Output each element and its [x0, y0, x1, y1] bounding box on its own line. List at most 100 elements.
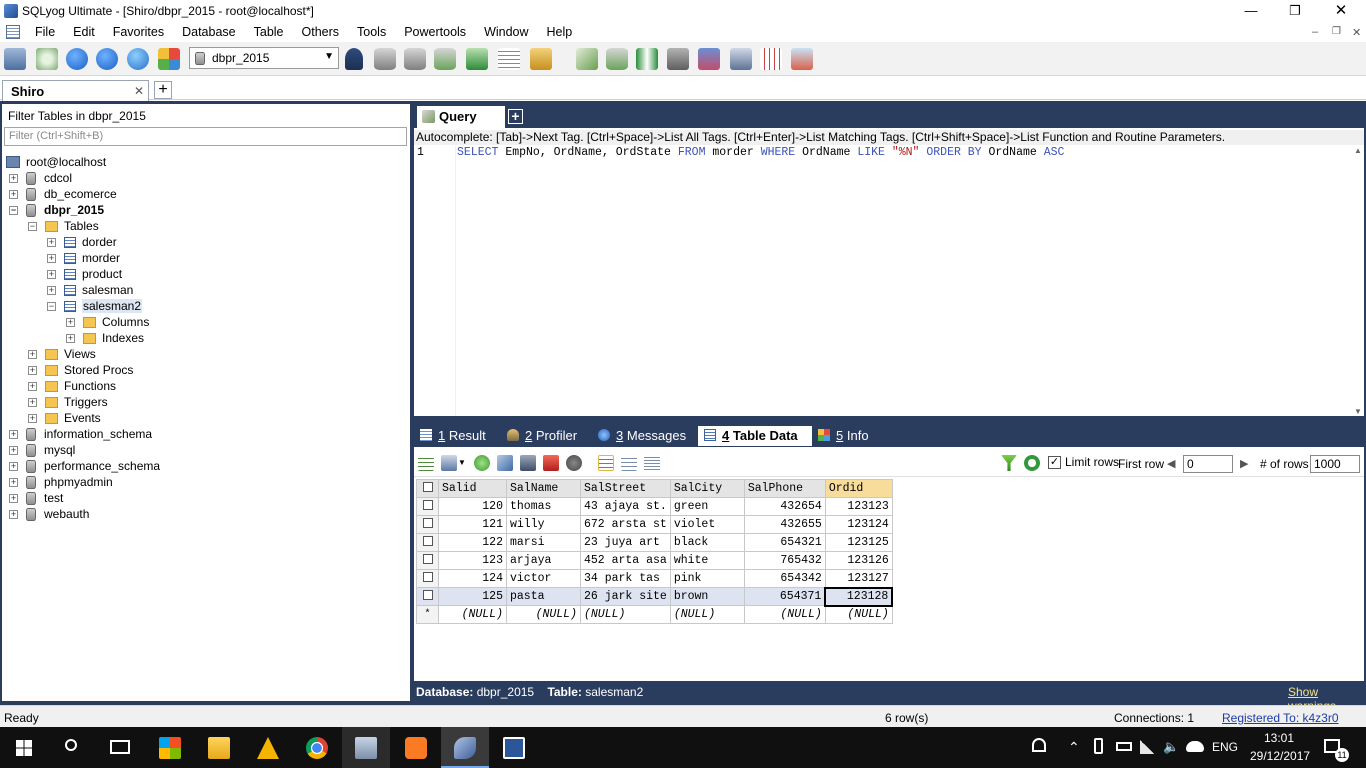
grid-cell[interactable]: 765432 — [743, 551, 826, 570]
structure-sync-icon[interactable] — [636, 48, 658, 70]
row-checkbox[interactable] — [416, 533, 439, 552]
grid-cell[interactable]: 123127 — [824, 569, 893, 588]
tree-db-cdcol[interactable]: + cdcol — [9, 170, 72, 186]
tree-db-performance-schema[interactable]: + performance_schema — [9, 458, 160, 474]
mdi-restore-button[interactable]: ❐ — [1332, 26, 1341, 37]
collapse-icon[interactable]: − — [47, 301, 56, 311]
export-icon[interactable] — [441, 455, 457, 471]
taskbar-file-explorer[interactable] — [195, 727, 243, 768]
grid-view-icon[interactable] — [598, 455, 614, 471]
new-connection-icon[interactable] — [4, 48, 26, 70]
table-row[interactable]: 120 thomas 43 ajaya st. green 432654 123… — [416, 497, 893, 516]
tree-folder-functions[interactable]: + Functions — [28, 378, 116, 394]
tree-table-product[interactable]: + product — [47, 266, 122, 282]
grid-cell[interactable]: green — [669, 497, 745, 516]
grid-cell[interactable]: 123124 — [824, 515, 893, 534]
usb-icon[interactable] — [1094, 738, 1103, 754]
tree-folder-views[interactable]: + Views — [28, 346, 96, 362]
taskbar-store[interactable] — [146, 727, 194, 768]
backup-db-icon[interactable] — [434, 48, 456, 70]
mdi-close-button[interactable]: ✕ — [1352, 26, 1361, 39]
menu-table[interactable]: Table — [245, 25, 293, 39]
tab-profiler[interactable]: 2 Profiler — [507, 426, 595, 446]
grid-cell[interactable]: 120 — [438, 497, 507, 516]
num-rows-input[interactable]: 1000 — [1310, 455, 1360, 473]
expand-icon[interactable]: + — [28, 381, 37, 391]
import-icon[interactable] — [466, 48, 488, 70]
tree-table-salesman[interactable]: + salesman — [47, 282, 133, 298]
tree-db-db-ecomerce[interactable]: + db_ecomerce — [9, 186, 117, 202]
grid-cell[interactable]: violet — [669, 515, 745, 534]
scroll-down-icon[interactable]: ▼ — [1354, 407, 1362, 416]
expand-icon[interactable]: + — [9, 461, 18, 471]
expand-icon[interactable]: + — [66, 333, 75, 343]
grid-cell[interactable]: arjaya — [506, 551, 581, 570]
menu-tools[interactable]: Tools — [348, 25, 395, 39]
grid-cell[interactable]: thomas — [506, 497, 581, 516]
grid-cell[interactable]: 432654 — [743, 497, 826, 516]
duplicate-row-icon[interactable] — [497, 455, 513, 471]
grid-cell[interactable]: 123123 — [824, 497, 893, 516]
onedrive-icon[interactable] — [1186, 741, 1204, 752]
grid-cell[interactable]: 124 — [438, 569, 507, 588]
grid-cell[interactable]: 654321 — [743, 533, 826, 552]
menu-edit[interactable]: Edit — [64, 25, 104, 39]
row-checkbox[interactable] — [416, 587, 439, 606]
grid-cell[interactable]: victor — [506, 569, 581, 588]
tree-db-webauth[interactable]: + webauth — [9, 506, 89, 522]
tree-folder-indexes[interactable]: + Indexes — [66, 330, 144, 346]
scroll-up-icon[interactable]: ▲ — [1354, 146, 1362, 155]
grid-cell[interactable]: black — [669, 533, 745, 552]
table-row[interactable]: 121 willy 672 arsta st violet 432655 123… — [416, 515, 893, 534]
expand-icon[interactable]: + — [28, 349, 37, 359]
search-button[interactable] — [48, 727, 96, 768]
grid-cell[interactable]: 452 arta asa — [580, 551, 671, 570]
column-header[interactable]: SalName — [506, 479, 581, 498]
migration-icon[interactable] — [667, 48, 689, 70]
checkbox-mark[interactable]: ✓ — [1048, 455, 1061, 469]
grid-cell[interactable]: 654371 — [743, 587, 826, 606]
row-checkbox[interactable] — [416, 551, 439, 570]
grid-cell[interactable]: 123 — [438, 551, 507, 570]
maximize-button[interactable]: ❐ — [1272, 0, 1318, 22]
row-checkbox[interactable] — [416, 497, 439, 516]
expand-icon[interactable]: + — [9, 189, 18, 199]
column-header[interactable]: Salid — [438, 479, 507, 498]
refresh-icon[interactable] — [127, 48, 149, 70]
tree-table-dorder[interactable]: + dorder — [47, 234, 117, 250]
chevron-down-icon[interactable]: ▼ — [458, 458, 466, 467]
schema-designer-icon[interactable] — [158, 48, 180, 70]
battery-icon[interactable] — [1116, 742, 1132, 751]
query-builder-icon[interactable] — [760, 48, 782, 70]
tab-query[interactable]: Query — [417, 106, 505, 128]
tab-table-data[interactable]: 4 Table Data — [698, 426, 812, 446]
grid-cell-current[interactable]: 123128 — [824, 586, 894, 607]
task-view-button[interactable] — [96, 727, 144, 768]
menu-powertools[interactable]: Powertools — [395, 25, 475, 39]
expand-icon[interactable]: + — [9, 445, 18, 455]
execute-query-icon[interactable] — [66, 48, 88, 70]
grid-cell[interactable]: 432655 — [743, 515, 826, 534]
tree-folder-stored-procs[interactable]: + Stored Procs — [28, 362, 133, 378]
expand-icon[interactable]: + — [9, 509, 18, 519]
taskbar-sqlyog[interactable] — [441, 727, 489, 768]
row-checkbox[interactable] — [416, 515, 439, 534]
menu-favorites[interactable]: Favorites — [104, 25, 173, 39]
clock-date[interactable]: 29/12/2017 — [1250, 749, 1310, 763]
insert-row-icon[interactable] — [418, 455, 434, 471]
editor-scrollbar[interactable]: ▲ ▼ — [1352, 146, 1364, 416]
expand-icon[interactable]: + — [28, 413, 37, 423]
people-icon[interactable] — [1032, 738, 1046, 752]
grid-cell[interactable]: brown — [669, 587, 745, 606]
new-query-tab-button[interactable]: + — [508, 109, 523, 124]
tab-info[interactable]: 5 Info — [818, 426, 882, 446]
close-window-button[interactable]: ✕ — [1318, 0, 1364, 22]
limit-rows-checkbox[interactable]: ✓ Limit rows — [1048, 455, 1119, 469]
row-checkbox[interactable] — [416, 569, 439, 588]
notifications-icon[interactable] — [730, 48, 752, 70]
grid-cell[interactable]: pasta — [506, 587, 581, 606]
tree-folder-columns[interactable]: + Columns — [66, 314, 149, 330]
table-row[interactable]: 122 marsi 23 juya art black 654321 12312… — [416, 533, 893, 552]
schema-compare-icon[interactable] — [791, 48, 813, 70]
grid-cell-null[interactable]: (NULL) — [438, 605, 507, 624]
